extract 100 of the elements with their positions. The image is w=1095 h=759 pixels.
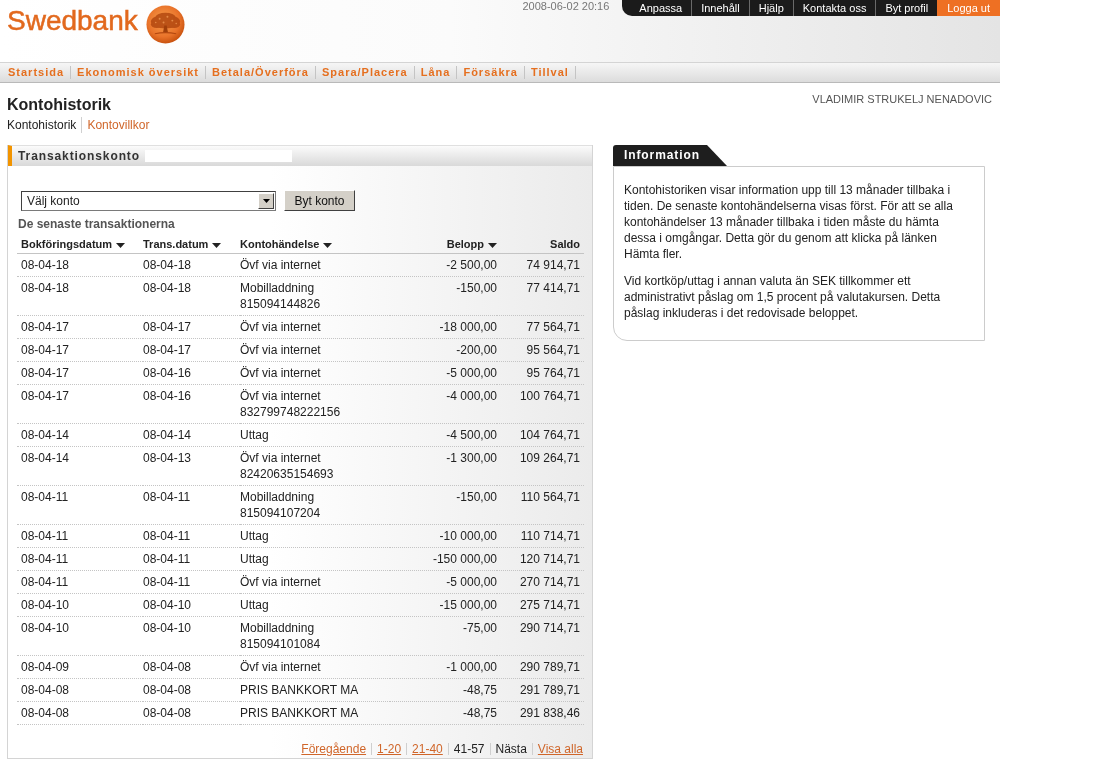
- info-text: Kontohistoriken visar information upp till 13 månader tillbaka i tiden. De senaste kontohändelserna visas först. För att se alla kontohändelser 13 månader tillbaka i tiden måste du hämta dessa i omgångar. Detta gör du genom att klicka på länken Hämta fler.: [624, 182, 954, 262]
- booking-date-cell: 08-04-17: [17, 361, 143, 385]
- sub-tab[interactable]: Kontohistorik: [7, 117, 82, 133]
- booking-date-cell: 08-04-14: [17, 423, 143, 447]
- transaction-date-cell: 08-04-16: [143, 384, 240, 424]
- booking-date-cell: 08-04-18: [17, 253, 143, 277]
- balance-cell: 270 714,71: [497, 570, 584, 594]
- utility-link[interactable]: Innehåll: [691, 0, 749, 16]
- transaction-description-cell: Övf via internet 832799748222156: [240, 384, 390, 424]
- transaction-date-cell: 08-04-17: [143, 315, 240, 339]
- booking-date-cell: 08-04-08: [17, 678, 143, 702]
- panel-title: Transaktionskonto: [18, 149, 140, 163]
- transaction-date-cell: 08-04-11: [143, 485, 240, 525]
- column-header[interactable]: Bokföringsdatum: [17, 236, 143, 254]
- transaction-description-cell: PRIS BANKKORT MA: [240, 701, 390, 725]
- transaction-date-cell: 08-04-18: [143, 253, 240, 277]
- page-title: Kontohistorik: [7, 95, 111, 114]
- transaction-description-cell: Uttag: [240, 593, 390, 617]
- balance-cell: 95 764,71: [497, 361, 584, 385]
- section-title: De senaste transaktionerna: [18, 217, 176, 232]
- transaction-description-cell: Mobilladdning 815094107204: [240, 485, 390, 525]
- transaction-description-cell: Övf via internet: [240, 315, 390, 339]
- amount-cell: -10 000,00: [390, 524, 497, 548]
- sub-tab[interactable]: Kontovillkor: [81, 117, 155, 133]
- balance-cell: 291 838,46: [497, 701, 584, 725]
- booking-date-cell: 08-04-17: [17, 384, 143, 424]
- transaction-date-cell: 08-04-13: [143, 446, 240, 486]
- booking-date-cell: 08-04-17: [17, 315, 143, 339]
- balance-cell: 275 714,71: [497, 593, 584, 617]
- balance-cell: 109 264,71: [497, 446, 584, 486]
- transaction-description-cell: Övf via internet 82420635154693: [240, 446, 390, 486]
- amount-cell: -75,00: [390, 616, 497, 656]
- booking-date-cell: 08-04-11: [17, 485, 143, 525]
- transaction-description-cell: Mobilladdning 815094144826: [240, 276, 390, 316]
- transaction-date-cell: 08-04-08: [143, 655, 240, 679]
- balance-cell: 291 789,71: [497, 678, 584, 702]
- transaction-date-cell: 08-04-11: [143, 524, 240, 548]
- column-header: Saldo: [497, 236, 584, 254]
- transaction-description-cell: Övf via internet: [240, 570, 390, 594]
- amount-cell: -1 300,00: [390, 446, 497, 486]
- transaction-date-cell: 08-04-17: [143, 338, 240, 362]
- utility-link[interactable]: Anpassa: [630, 0, 692, 16]
- transaction-description-cell: Uttag: [240, 423, 390, 447]
- transaction-description-cell: Mobilladdning 815094101084: [240, 616, 390, 656]
- info-text: Vid kortköp/uttag i annan valuta än SEK tillkommer ett administrativt påslag om 1,5 procent på valutakursen. Detta påslag inkluderas i det redovisade beloppet.: [624, 273, 942, 321]
- booking-date-cell: 08-04-10: [17, 616, 143, 656]
- transaction-date-cell: 08-04-11: [143, 570, 240, 594]
- transaction-date-cell: 08-04-11: [143, 547, 240, 571]
- change-account-button[interactable]: Byt konto: [284, 190, 355, 211]
- amount-cell: -200,00: [390, 338, 497, 362]
- utility-link[interactable]: Hjälp: [748, 0, 793, 16]
- transaction-description-cell: Övf via internet: [240, 338, 390, 362]
- booking-date-cell: 08-04-08: [17, 701, 143, 725]
- booking-date-cell: 08-04-09: [17, 655, 143, 679]
- user-name: VLADIMIR STRUKELJ NENADOVIC: [812, 93, 992, 106]
- amount-cell: -4 500,00: [390, 423, 497, 447]
- amount-cell: -2 500,00: [390, 253, 497, 277]
- amount-cell: -15 000,00: [390, 593, 497, 617]
- transaction-date-cell: 08-04-08: [143, 701, 240, 725]
- amount-cell: -48,75: [390, 678, 497, 702]
- tree-logo-icon: [145, 5, 185, 44]
- balance-cell: 290 714,71: [497, 616, 584, 656]
- transaction-date-cell: 08-04-10: [143, 593, 240, 617]
- transaction-description-cell: Uttag: [240, 524, 390, 548]
- transaction-date-cell: 08-04-08: [143, 678, 240, 702]
- previous-page-link[interactable]: Föregående: [301, 741, 367, 757]
- balance-cell: 77 414,71: [497, 276, 584, 316]
- amount-cell: -18 000,00: [390, 315, 497, 339]
- balance-cell: 110 714,71: [497, 524, 584, 548]
- transaction-date-cell: 08-04-14: [143, 423, 240, 447]
- booking-date-cell: 08-04-11: [17, 570, 143, 594]
- balance-cell: 104 764,71: [497, 423, 584, 447]
- column-header[interactable]: Belopp: [390, 236, 497, 254]
- balance-cell: 95 564,71: [497, 338, 584, 362]
- booking-date-cell: 08-04-10: [17, 593, 143, 617]
- balance-cell: 290 789,71: [497, 655, 584, 679]
- date-time-text: 2008-06-02 20:16: [522, 0, 610, 13]
- column-header[interactable]: Kontohändelse: [240, 236, 390, 254]
- transaction-description-cell: Övf via internet: [240, 253, 390, 277]
- amount-cell: -5 000,00: [390, 361, 497, 385]
- transaction-description-cell: PRIS BANKKORT MA: [240, 678, 390, 702]
- transaction-description-cell: Övf via internet: [240, 361, 390, 385]
- page-link[interactable]: 1-20: [377, 741, 402, 757]
- amount-cell: -4 000,00: [390, 384, 497, 424]
- balance-cell: 100 764,71: [497, 384, 584, 424]
- page-link[interactable]: 41-57: [453, 741, 485, 757]
- amount-cell: -5 000,00: [390, 570, 497, 594]
- booking-date-cell: 08-04-14: [17, 446, 143, 486]
- utility-link[interactable]: Kontakta oss: [792, 0, 876, 16]
- amount-cell: -1 000,00: [390, 655, 497, 679]
- account-select[interactable]: Välj konto: [21, 190, 276, 211]
- balance-cell: 74 914,71: [497, 253, 584, 277]
- column-header[interactable]: Trans.datum: [143, 236, 240, 254]
- page-link[interactable]: 21-40: [412, 741, 443, 757]
- amount-cell: -150,00: [390, 276, 497, 316]
- booking-date-cell: 08-04-11: [17, 524, 143, 548]
- transaction-date-cell: 08-04-18: [143, 276, 240, 316]
- balance-cell: 77 564,71: [497, 315, 584, 339]
- booking-date-cell: 08-04-18: [17, 276, 143, 316]
- amount-cell: -48,75: [390, 701, 497, 725]
